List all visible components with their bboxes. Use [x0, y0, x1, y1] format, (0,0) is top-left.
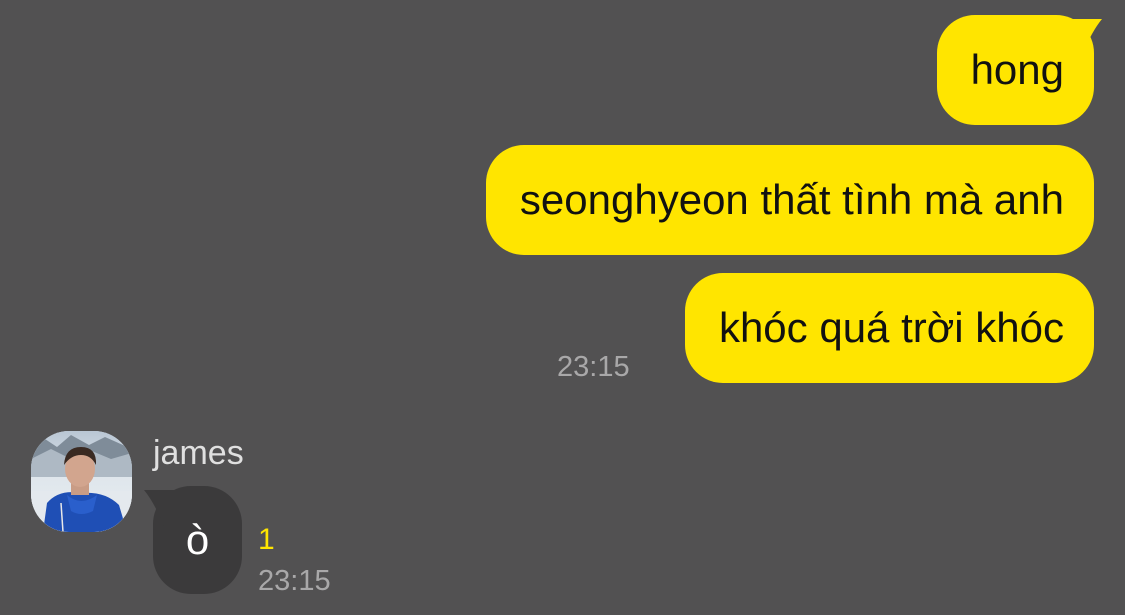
- sender-name: james: [153, 434, 244, 472]
- profile-photo-icon: [31, 431, 132, 532]
- outgoing-message-bubble[interactable]: seonghyeon thất tình mà anh: [485, 145, 1094, 255]
- outgoing-message-bubble[interactable]: khóc quá trời khóc: [684, 273, 1094, 383]
- outgoing-message-bubble[interactable]: hong: [936, 15, 1102, 125]
- bubble-tail-icon: [144, 490, 184, 526]
- outgoing-timestamp: 23:15: [557, 351, 630, 383]
- message-text: ò: [185, 516, 210, 563]
- bubble-tail-icon: [1062, 19, 1102, 55]
- message-text: seonghyeon thất tình mà anh: [519, 176, 1064, 223]
- unread-count: 1: [258, 523, 275, 556]
- message-text: hong: [970, 46, 1064, 93]
- avatar[interactable]: [31, 431, 132, 532]
- message-text: khóc quá trời khóc: [718, 304, 1064, 351]
- incoming-message-bubble[interactable]: ò: [144, 486, 242, 594]
- incoming-timestamp: 23:15: [258, 565, 331, 597]
